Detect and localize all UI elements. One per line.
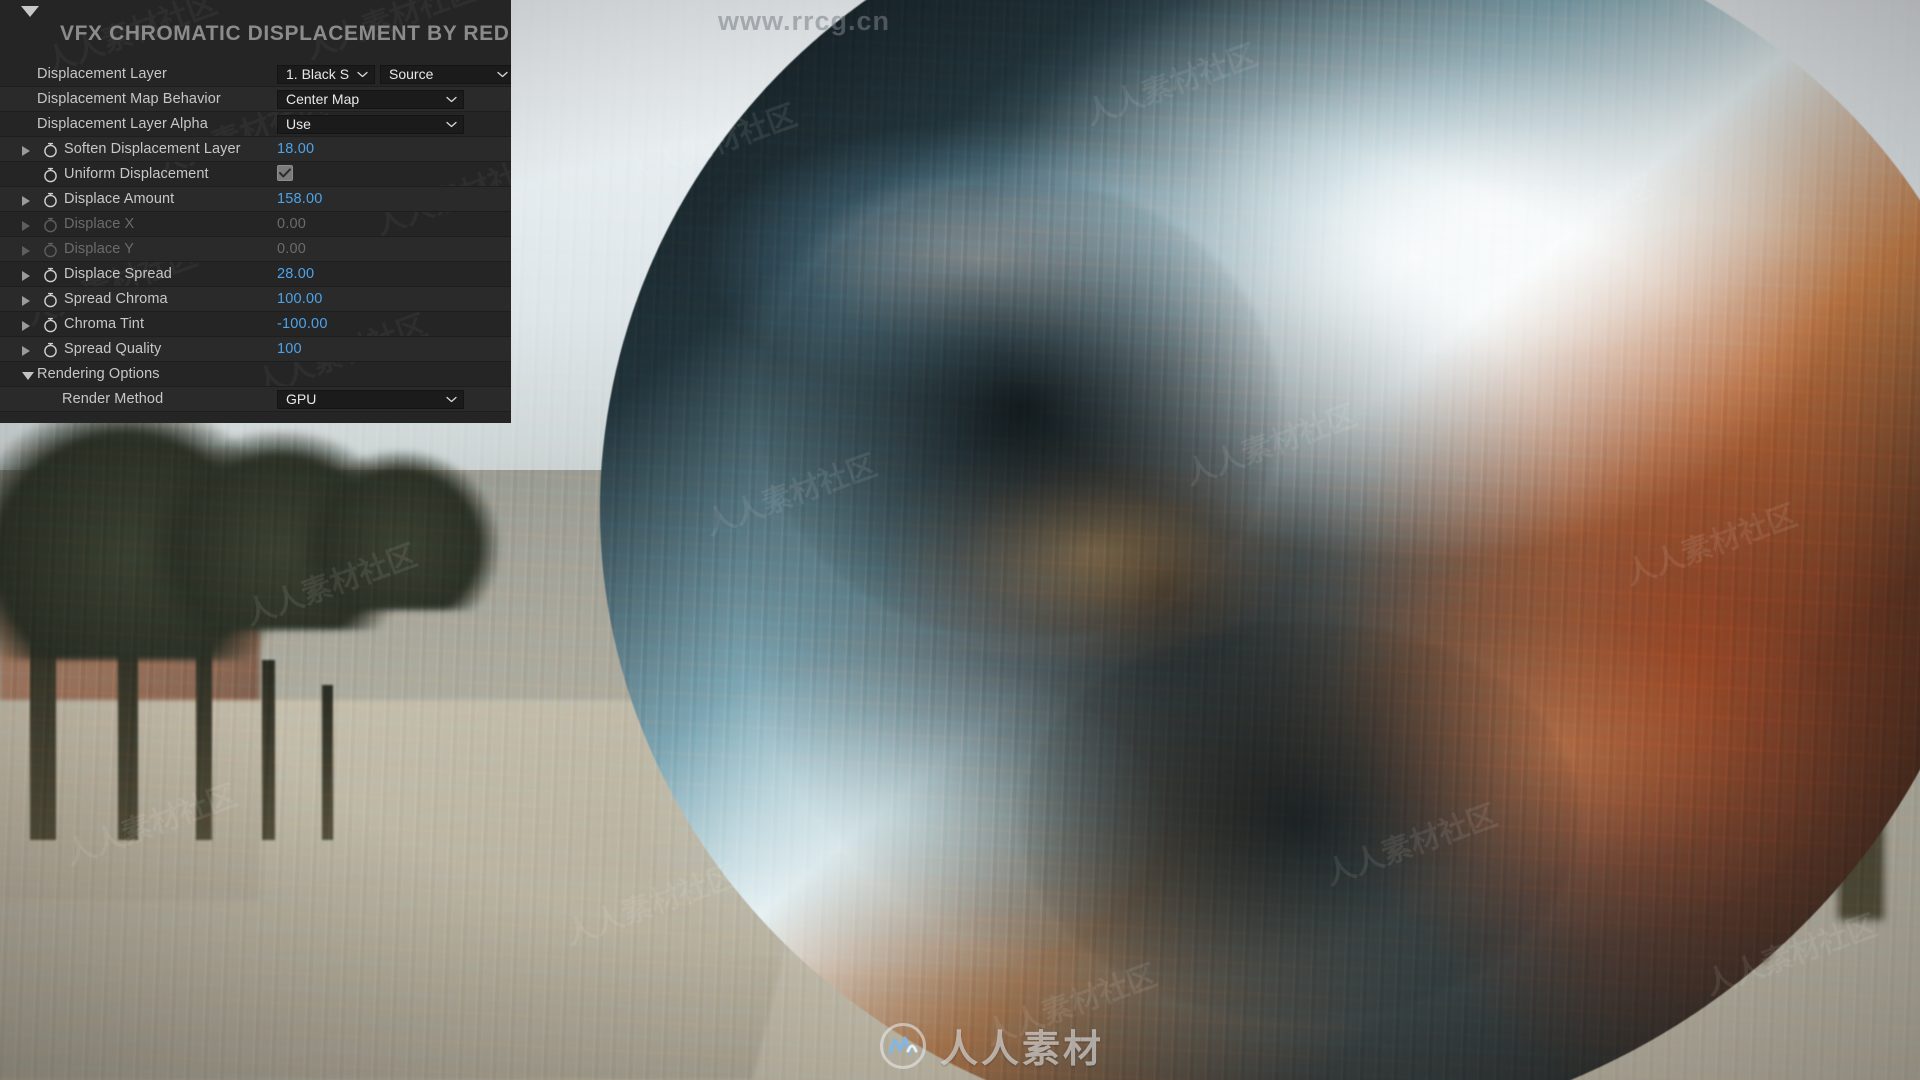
stopwatch-icon[interactable]	[42, 291, 59, 308]
parameter-value[interactable]: 100	[277, 341, 302, 357]
dropdown-value: Use	[286, 116, 311, 132]
parameter-label: Render Method	[62, 391, 164, 407]
parameter-value[interactable]: 18.00	[277, 141, 314, 157]
screenshot-root: 人人素材社区 人人素材社区 人人素材社区 人人素材社区 人人素材社区 人人素材社…	[0, 0, 1920, 1080]
dropdown-value: 1. Black S	[286, 66, 350, 82]
chevron-down-icon[interactable]	[446, 121, 457, 128]
stopwatch-icon[interactable]	[42, 216, 59, 233]
parameter-value[interactable]: 100.00	[277, 291, 323, 307]
url-watermark: www.rrcg.cn	[718, 6, 891, 36]
triangle-right-icon[interactable]	[22, 346, 30, 356]
parameter-row[interactable]: Rendering Options	[0, 362, 511, 387]
triangle-down-icon[interactable]	[21, 6, 39, 17]
parameter-checkbox[interactable]	[277, 165, 293, 181]
parameter-label: Displace X	[64, 216, 135, 232]
parameter-value[interactable]: 158.00	[277, 191, 323, 207]
stopwatch-icon[interactable]	[42, 141, 59, 158]
parameter-row[interactable]: Render Method GPU	[0, 387, 511, 412]
parameter-label: Displace Spread	[64, 266, 172, 282]
parameter-dropdown[interactable]: Center Map	[277, 89, 464, 109]
parameter-row[interactable]: Soften Displacement Layer 18.00	[0, 137, 511, 162]
chevron-down-icon[interactable]	[497, 71, 508, 78]
site-watermark: 人人素材	[880, 1018, 1104, 1073]
parameter-label: Uniform Displacement	[64, 166, 209, 182]
tree-trunk	[322, 685, 333, 840]
panel-header: VFX CHROMATIC DISPLACEMENT BY RED GIANT	[0, 0, 511, 62]
triangle-right-icon[interactable]	[22, 321, 30, 331]
parameter-row[interactable]: Displace Y 0.00	[0, 237, 511, 262]
parameter-label: Displace Amount	[64, 191, 175, 207]
parameter-row[interactable]: Displacement Map Behavior Center Map	[0, 87, 511, 112]
parameter-row[interactable]: Uniform Displacement	[0, 162, 511, 187]
parameter-label: Spread Chroma	[64, 291, 168, 307]
parameter-value[interactable]: 28.00	[277, 266, 314, 282]
stopwatch-icon[interactable]	[42, 341, 59, 358]
parameter-value[interactable]: 0.00	[277, 241, 306, 257]
triangle-right-icon[interactable]	[22, 271, 30, 281]
parameter-row[interactable]: Displacement Layer Alpha Use	[0, 112, 511, 137]
parameter-label: Displacement Layer	[37, 66, 167, 82]
triangle-right-icon[interactable]	[22, 296, 30, 306]
parameter-value[interactable]: 0.00	[277, 216, 306, 232]
triangle-right-icon[interactable]	[22, 246, 30, 256]
effect-controls-panel: 人人素材社区 人人素材社区 人人素材社区 人人素材社区 人人素材社区 人人素材社…	[0, 0, 511, 423]
parameter-value[interactable]: -100.00	[277, 316, 328, 332]
parameter-row[interactable]: Displace Amount 158.00	[0, 187, 511, 212]
parameter-row[interactable]: Displacement Layer 1. Black S Source	[0, 62, 511, 87]
parameter-label: Rendering Options	[37, 366, 160, 382]
parameter-dropdown[interactable]: Use	[277, 114, 464, 134]
parameter-label: Spread Quality	[64, 341, 162, 357]
parameter-label: Displacement Layer Alpha	[37, 116, 208, 132]
parameter-label: Soften Displacement Layer	[64, 141, 241, 157]
parameter-label: Displacement Map Behavior	[37, 91, 221, 107]
rrcg-circle-logo-icon	[880, 1022, 926, 1069]
tree-trunk	[262, 660, 275, 840]
triangle-right-icon[interactable]	[22, 221, 30, 231]
chevron-down-icon[interactable]	[446, 96, 457, 103]
dropdown-value: Source	[389, 66, 434, 82]
dropdown-value: GPU	[286, 391, 317, 407]
chevron-down-icon[interactable]	[357, 71, 368, 78]
stopwatch-icon[interactable]	[42, 166, 59, 183]
parameter-dropdown[interactable]: GPU	[277, 389, 464, 409]
parameter-row[interactable]: Spread Chroma 100.00	[0, 287, 511, 312]
stopwatch-icon[interactable]	[42, 266, 59, 283]
displacement-layer-dropdown[interactable]: 1. Black S	[277, 64, 375, 84]
stopwatch-icon[interactable]	[42, 191, 59, 208]
site-watermark-label: 人人素材	[940, 1027, 1105, 1071]
parameter-row[interactable]: Chroma Tint -100.00	[0, 312, 511, 337]
parameter-row[interactable]: Spread Quality 100	[0, 337, 511, 362]
triangle-right-icon[interactable]	[22, 196, 30, 206]
stopwatch-icon[interactable]	[42, 241, 59, 258]
triangle-down-icon[interactable]	[22, 372, 34, 380]
parameter-row[interactable]: Displace X 0.00	[0, 212, 511, 237]
parameter-row[interactable]: Displace Spread 28.00	[0, 262, 511, 287]
parameter-list: Displacement Layer 1. Black S Source Displa…	[0, 62, 511, 412]
page-title: VFX CHROMATIC DISPLACEMENT BY RED GIANT	[60, 22, 511, 45]
chevron-down-icon[interactable]	[446, 396, 457, 403]
displacement-source-dropdown[interactable]: Source	[380, 64, 511, 84]
parameter-label: Displace Y	[64, 241, 135, 257]
stopwatch-icon[interactable]	[42, 316, 59, 333]
triangle-right-icon[interactable]	[22, 146, 30, 156]
dropdown-value: Center Map	[286, 91, 360, 107]
parameter-label: Chroma Tint	[64, 316, 145, 332]
